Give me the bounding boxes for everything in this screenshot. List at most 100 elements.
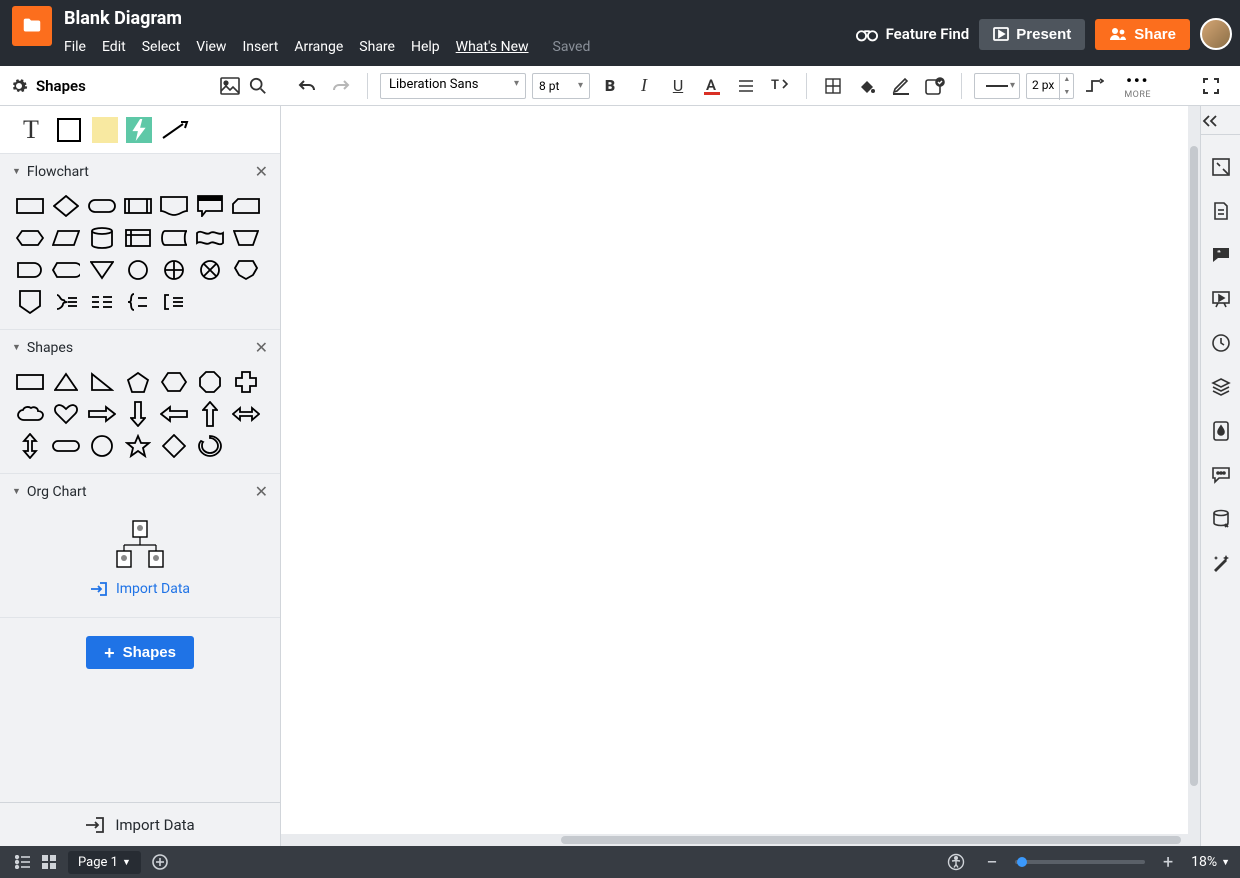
actions-button[interactable] bbox=[1209, 551, 1233, 575]
flowchart-data[interactable] bbox=[50, 225, 82, 251]
share-button[interactable]: Share bbox=[1095, 19, 1190, 50]
flowchart-list-right[interactable] bbox=[86, 289, 118, 315]
org-import-data-link[interactable]: Import Data bbox=[90, 581, 190, 597]
menu-select[interactable]: Select bbox=[134, 35, 188, 59]
flowchart-card[interactable] bbox=[230, 193, 262, 219]
menu-file[interactable]: File bbox=[64, 35, 94, 59]
border-color-button[interactable] bbox=[887, 72, 915, 100]
shape-hexagon[interactable] bbox=[158, 369, 190, 395]
layout-button[interactable] bbox=[819, 72, 847, 100]
flowchart-document[interactable] bbox=[158, 193, 190, 219]
flowchart-merge[interactable] bbox=[86, 257, 118, 283]
navigator-button[interactable] bbox=[1209, 155, 1233, 179]
shape-double-arrow[interactable] bbox=[230, 401, 262, 427]
more-button[interactable]: ••• MORE bbox=[1124, 71, 1151, 100]
underline-button[interactable]: U bbox=[664, 72, 692, 100]
shape-diamond[interactable] bbox=[158, 433, 190, 459]
import-data-bar[interactable]: Import Data bbox=[0, 802, 280, 846]
app-logo[interactable] bbox=[12, 6, 52, 46]
shape-cloud[interactable] bbox=[14, 401, 46, 427]
feature-find-button[interactable]: Feature Find bbox=[856, 25, 970, 43]
shapes-header[interactable]: ▼ Shapes ✕ bbox=[0, 330, 280, 365]
shape-up-arrow[interactable] bbox=[194, 401, 226, 427]
shape-circle[interactable] bbox=[86, 433, 118, 459]
horizontal-scroll-thumb[interactable] bbox=[561, 836, 1181, 844]
canvas-area[interactable] bbox=[281, 106, 1200, 846]
shape-updown-arrow[interactable] bbox=[14, 433, 46, 459]
flowchart-internal-storage[interactable] bbox=[122, 225, 154, 251]
shape-pill[interactable] bbox=[50, 433, 82, 459]
flowchart-terminator[interactable] bbox=[86, 193, 118, 219]
line-width-spinner[interactable]: ▲▼ bbox=[1059, 74, 1073, 100]
fullscreen-button[interactable] bbox=[1202, 77, 1220, 95]
add-page-button[interactable] bbox=[151, 853, 169, 871]
quick-action-tool[interactable] bbox=[126, 117, 152, 143]
menu-arrange[interactable]: Arrange bbox=[286, 35, 351, 59]
zoom-in-button[interactable]: + bbox=[1155, 849, 1181, 875]
line-routing-button[interactable] bbox=[1080, 72, 1108, 100]
document-title[interactable]: Blank Diagram bbox=[64, 8, 856, 29]
theme-button[interactable] bbox=[1209, 419, 1233, 443]
menu-help[interactable]: Help bbox=[403, 35, 448, 59]
shape-right-arrow[interactable] bbox=[86, 401, 118, 427]
feature-button[interactable]: ❝ bbox=[1209, 243, 1233, 267]
flowchart-brace-left[interactable] bbox=[122, 289, 154, 315]
context-button[interactable] bbox=[1209, 199, 1233, 223]
comment-button[interactable] bbox=[1209, 463, 1233, 487]
flowchart-or[interactable] bbox=[194, 257, 226, 283]
undo-button[interactable] bbox=[293, 72, 321, 100]
page-tab[interactable]: Page 1▼ bbox=[68, 851, 141, 874]
line-width-input[interactable]: 2 px ▲▼ bbox=[1026, 73, 1074, 99]
canvas[interactable] bbox=[281, 106, 1188, 846]
shape-triangle[interactable] bbox=[50, 369, 82, 395]
flowchart-decision[interactable] bbox=[50, 193, 82, 219]
vertical-scroll-thumb[interactable] bbox=[1190, 146, 1198, 786]
shape-pentagon[interactable] bbox=[122, 369, 154, 395]
menu-whats-new[interactable]: What's New bbox=[448, 35, 537, 59]
add-shapes-button[interactable]: + Shapes bbox=[86, 636, 194, 669]
zoom-slider[interactable] bbox=[1015, 860, 1145, 864]
flowchart-manual-op[interactable] bbox=[230, 225, 262, 251]
shape-cross[interactable] bbox=[230, 369, 262, 395]
accessibility-button[interactable] bbox=[943, 849, 969, 875]
flowchart-stored-data[interactable] bbox=[158, 225, 190, 251]
horizontal-scrollbar[interactable] bbox=[281, 834, 1188, 846]
shape-settings-button[interactable] bbox=[921, 72, 949, 100]
shapes-close-button[interactable]: ✕ bbox=[255, 338, 268, 357]
flowchart-summing[interactable] bbox=[158, 257, 190, 283]
font-size-select[interactable]: 8 pt bbox=[532, 73, 590, 99]
flowchart-database[interactable] bbox=[86, 225, 118, 251]
zoom-out-button[interactable]: − bbox=[979, 849, 1005, 875]
shape-down-arrow[interactable] bbox=[122, 401, 154, 427]
flowchart-close-button[interactable]: ✕ bbox=[255, 162, 268, 181]
shape-rectangle[interactable] bbox=[14, 369, 46, 395]
grid-view-button[interactable] bbox=[36, 849, 62, 875]
shape-star[interactable] bbox=[122, 433, 154, 459]
italic-button[interactable]: I bbox=[630, 72, 658, 100]
org-chart-shape[interactable] bbox=[110, 519, 170, 571]
flowchart-offpage[interactable] bbox=[14, 289, 46, 315]
flowchart-predefined[interactable] bbox=[122, 193, 154, 219]
shape-right-triangle[interactable] bbox=[86, 369, 118, 395]
layers-button[interactable] bbox=[1209, 375, 1233, 399]
font-family-select[interactable]: Liberation Sans bbox=[380, 73, 526, 99]
bold-button[interactable]: B bbox=[596, 72, 624, 100]
shape-octagon[interactable] bbox=[194, 369, 226, 395]
text-direction-button[interactable]: T bbox=[766, 72, 794, 100]
zoom-percent-button[interactable]: 18%▼ bbox=[1191, 854, 1230, 870]
menu-insert[interactable]: Insert bbox=[234, 35, 286, 59]
shape-library-scroll[interactable]: ▼ Flowchart ✕ bbox=[0, 154, 280, 802]
flowchart-note[interactable] bbox=[194, 193, 226, 219]
vertical-scrollbar[interactable] bbox=[1188, 106, 1200, 846]
quick-line-tool[interactable] bbox=[160, 115, 190, 145]
org-chart-close-button[interactable]: ✕ bbox=[255, 482, 268, 501]
quick-text-tool[interactable]: T bbox=[16, 115, 46, 145]
align-button[interactable] bbox=[732, 72, 760, 100]
flowchart-preparation[interactable] bbox=[14, 225, 46, 251]
flowchart-collate[interactable] bbox=[230, 257, 262, 283]
fill-color-button[interactable] bbox=[853, 72, 881, 100]
flowchart-bracket[interactable] bbox=[158, 289, 190, 315]
quick-note-tool[interactable] bbox=[92, 117, 118, 143]
flowchart-display[interactable] bbox=[50, 257, 82, 283]
shape-left-arrow[interactable] bbox=[158, 401, 190, 427]
